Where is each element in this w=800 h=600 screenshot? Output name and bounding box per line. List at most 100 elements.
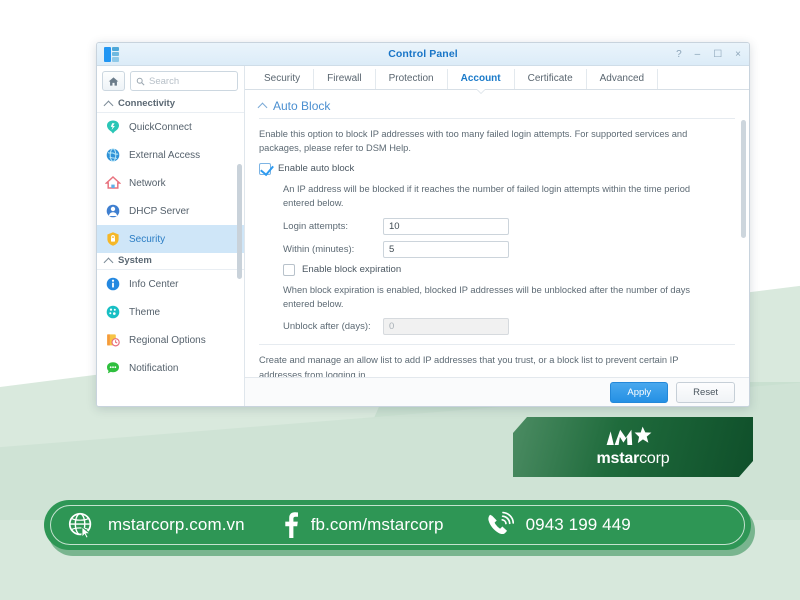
sidebar-group-label: System bbox=[118, 255, 152, 266]
sidebar-item-external-access[interactable]: External Access bbox=[97, 141, 244, 169]
block-expiration-description: When block expiration is enabled, blocke… bbox=[283, 284, 691, 310]
home-icon bbox=[108, 76, 119, 86]
theme-palette-icon bbox=[105, 304, 121, 320]
mstarcorp-logo-banner: mstarcorp bbox=[513, 417, 753, 477]
phone-text: 0943 199 449 bbox=[525, 515, 631, 534]
minimize-button[interactable]: – bbox=[695, 49, 701, 60]
sidebar-item-label: QuickConnect bbox=[129, 121, 192, 133]
within-minutes-input[interactable]: 5 bbox=[383, 240, 509, 258]
content-scrollbar-thumb[interactable] bbox=[741, 120, 746, 238]
chevron-up-icon bbox=[105, 100, 113, 108]
background-wave-diagonal bbox=[274, 382, 800, 600]
sidebar-item-dhcp-server[interactable]: DHCP Server bbox=[97, 197, 244, 225]
unblock-after-label: Unblock after (days): bbox=[283, 321, 371, 333]
tab-advanced[interactable]: Advanced bbox=[587, 69, 659, 89]
phone-ringing-icon bbox=[488, 511, 514, 535]
control-panel-window: Control Panel ? – ☐ × Search Connectivit… bbox=[96, 42, 750, 407]
search-icon bbox=[136, 77, 145, 86]
contact-facebook[interactable]: fb.com/mstarcorp bbox=[283, 511, 444, 539]
reset-button[interactable]: Reset bbox=[676, 382, 735, 403]
brand-name-bold: mstar bbox=[596, 450, 640, 467]
shield-icon bbox=[105, 231, 121, 247]
search-input[interactable]: Search bbox=[130, 71, 238, 91]
mstar-star-icon bbox=[606, 426, 652, 445]
sidebar: Search Connectivity QuickConnect Externa… bbox=[97, 66, 245, 406]
chevron-up-icon bbox=[105, 257, 113, 265]
enable-auto-block-checkbox[interactable] bbox=[259, 162, 271, 175]
auto-block-intro-text: Enable this option to block IP addresses… bbox=[259, 129, 688, 154]
tab-firewall[interactable]: Firewall bbox=[314, 69, 376, 89]
within-minutes-label: Within (minutes): bbox=[283, 243, 355, 255]
sidebar-item-regional-options[interactable]: Regional Options bbox=[97, 326, 244, 354]
tab-bar: Security Firewall Protection Account Cer… bbox=[245, 66, 749, 94]
sidebar-group-connectivity[interactable]: Connectivity bbox=[97, 96, 244, 113]
info-icon bbox=[105, 276, 121, 292]
search-placeholder: Search bbox=[149, 75, 180, 87]
brand-name-light: corp bbox=[639, 450, 670, 467]
unblock-after-row: Unblock after (days): 0 bbox=[283, 318, 735, 336]
window-body: Search Connectivity QuickConnect Externa… bbox=[97, 66, 749, 406]
sidebar-group-label: Connectivity bbox=[118, 98, 176, 109]
sidebar-item-label: Security bbox=[129, 233, 166, 245]
section-title: Auto Block bbox=[273, 99, 331, 113]
login-attempts-row: Login attempts: 10 bbox=[283, 217, 735, 235]
window-titlebar: Control Panel ? – ☐ × bbox=[97, 43, 749, 66]
sidebar-item-label: DHCP Server bbox=[129, 205, 190, 217]
globe-icon bbox=[105, 147, 121, 163]
within-minutes-row: Within (minutes): 5 bbox=[283, 240, 735, 258]
contact-phone[interactable]: 0943 199 449 bbox=[484, 510, 631, 540]
sidebar-group-system[interactable]: System bbox=[97, 253, 244, 270]
login-attempts-input[interactable]: 10 bbox=[383, 217, 509, 235]
auto-block-description: An IP address will be blocked if it reac… bbox=[283, 183, 691, 209]
sidebar-item-quickconnect[interactable]: QuickConnect bbox=[97, 113, 244, 141]
sidebar-item-theme[interactable]: Theme bbox=[97, 298, 244, 326]
login-attempts-label: Login attempts: bbox=[283, 220, 348, 232]
globe-cursor-icon bbox=[68, 512, 92, 539]
sidebar-item-info-center[interactable]: Info Center bbox=[97, 270, 244, 298]
facebook-icon bbox=[284, 512, 298, 538]
content-area: Security Firewall Protection Account Cer… bbox=[245, 66, 749, 406]
tab-security[interactable]: Security bbox=[251, 69, 315, 89]
sidebar-item-label: Notification bbox=[129, 362, 179, 374]
tab-certificate[interactable]: Certificate bbox=[515, 69, 587, 89]
control-panel-icon bbox=[104, 47, 119, 62]
maximize-button[interactable]: ☐ bbox=[713, 49, 722, 60]
window-controls: ? – ☐ × bbox=[676, 43, 741, 66]
contact-website[interactable]: mstarcorp.com.vn bbox=[66, 510, 245, 540]
quickconnect-icon bbox=[105, 119, 121, 135]
tab-protection[interactable]: Protection bbox=[376, 69, 448, 89]
close-button[interactable]: × bbox=[735, 49, 741, 60]
sidebar-item-label: Network bbox=[129, 177, 166, 189]
sidebar-item-network[interactable]: Network bbox=[97, 169, 244, 197]
enable-block-expiration-row[interactable]: Enable block expiration bbox=[283, 263, 735, 276]
network-house-icon bbox=[104, 175, 122, 191]
enable-block-expiration-label: Enable block expiration bbox=[302, 263, 402, 275]
unblock-after-input: 0 bbox=[383, 318, 509, 336]
notification-icon bbox=[105, 360, 121, 376]
auto-block-section-header[interactable]: Auto Block bbox=[259, 99, 735, 118]
mstarcorp-wordmark: mstarcorp bbox=[597, 450, 670, 468]
dhcp-server-icon bbox=[105, 203, 121, 219]
screen-root: Control Panel ? – ☐ × Search Connectivit… bbox=[0, 0, 800, 600]
sidebar-item-label: Theme bbox=[129, 306, 161, 318]
home-button[interactable] bbox=[102, 71, 125, 91]
enable-auto-block-label: Enable auto block bbox=[278, 162, 355, 174]
enable-auto-block-row[interactable]: Enable auto block bbox=[259, 162, 735, 175]
contact-bar: mstarcorp.com.vn fb.com/mstarcorp 0943 1… bbox=[44, 500, 751, 550]
website-text: mstarcorp.com.vn bbox=[108, 515, 245, 534]
apply-button[interactable]: Apply bbox=[610, 382, 669, 403]
sidebar-item-security[interactable]: Security bbox=[97, 225, 244, 253]
regional-options-icon bbox=[105, 332, 121, 348]
enable-block-expiration-checkbox[interactable] bbox=[283, 263, 295, 276]
sidebar-search-row: Search bbox=[97, 66, 244, 96]
sidebar-item-notification[interactable]: Notification bbox=[97, 354, 244, 382]
sidebar-scrollbar-thumb[interactable] bbox=[237, 164, 242, 279]
allow-block-divider bbox=[259, 344, 735, 346]
window-title: Control Panel bbox=[388, 48, 458, 60]
tab-account[interactable]: Account bbox=[448, 69, 515, 94]
sidebar-item-label: Regional Options bbox=[129, 334, 206, 346]
auto-block-pane: Auto Block Enable this option to block I… bbox=[245, 90, 749, 406]
sidebar-item-label: Info Center bbox=[129, 278, 179, 290]
facebook-text: fb.com/mstarcorp bbox=[310, 515, 444, 534]
help-button[interactable]: ? bbox=[676, 49, 682, 60]
